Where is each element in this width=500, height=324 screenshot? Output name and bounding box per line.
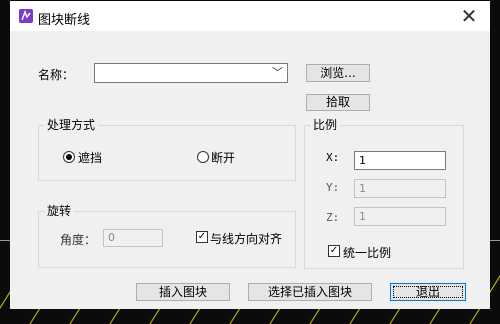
radio-break[interactable] [197,151,209,163]
select-inserted-block-button[interactable]: 选择已插入图块 [248,283,372,301]
align-with-line-label[interactable]: 与线方向对齐 [210,230,282,247]
align-with-line-checkbox[interactable]: ✓ [196,231,208,243]
radio-mask-label[interactable]: 遮挡 [78,149,102,166]
browse-button[interactable]: 浏览... [306,64,370,82]
focus-rectangle [393,286,463,298]
y-label: Y: [326,181,340,194]
insert-block-button[interactable]: 插入图块 [136,283,230,301]
app-icon [19,9,33,23]
name-combobox[interactable]: ﹀ [94,63,288,83]
mode-group-title: 处理方式 [44,116,99,133]
x-scale-value: 1 [359,154,366,167]
radio-break-label[interactable]: 断开 [211,149,235,166]
uniform-scale-checkbox[interactable]: ✓ [328,245,340,257]
block-break-dialog: 图块断线 ✕ 名称： ﹀ 浏览... 拾取 处理方式 遮挡 断开 旋转 角度： … [10,1,490,309]
x-label: X: [326,151,340,164]
angle-label: 角度： [60,233,97,247]
mode-group [38,125,296,181]
z-label: Z: [326,211,340,224]
name-label: 名称： [38,68,75,82]
radio-mask[interactable] [63,151,75,163]
dialog-title: 图块断线 [38,13,91,28]
y-scale-value: 1 [359,182,366,195]
z-scale-input[interactable]: 1 [354,207,446,226]
exit-button[interactable]: 退出 [390,283,466,301]
rotation-group-title: 旋转 [44,202,75,219]
browse-label: 浏览... [320,66,356,80]
pick-label: 拾取 [325,95,350,109]
z-scale-value: 1 [359,210,366,223]
close-icon[interactable]: ✕ [456,3,482,29]
pick-button[interactable]: 拾取 [306,94,370,111]
insert-block-label: 插入图块 [158,285,207,299]
x-scale-input[interactable]: 1 [354,151,446,170]
scale-group-title: 比例 [310,116,341,133]
angle-input[interactable]: 0 [103,229,163,247]
angle-value: 0 [108,231,115,244]
select-inserted-label: 选择已插入图块 [267,285,352,299]
title-bar: 图块断线 ✕ [10,1,490,31]
y-scale-input[interactable]: 1 [354,179,446,198]
chevron-down-icon[interactable]: ﹀ [272,64,283,82]
uniform-scale-label[interactable]: 统一比例 [343,244,391,261]
